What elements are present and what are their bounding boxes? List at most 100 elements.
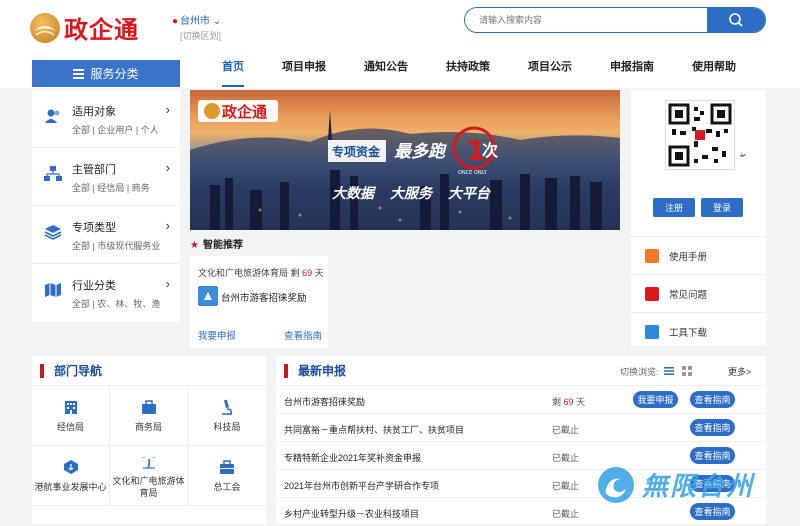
header: 政企通 ●台州市 ⌄ [切换区划] 服务分类 首页 项目申报 通知公告 扶持政策… [0,0,800,88]
search-icon [729,13,743,27]
card-remain-days: 69 [302,268,313,278]
dept-item[interactable]: 总工会 [188,446,266,506]
faq-icon [645,286,659,301]
card-apply-link[interactable]: 我要申报 [198,328,236,342]
sidebar-item-type[interactable]: 专项类型 全部 | 市级现代服务业 › [32,206,180,264]
table-row: 共同富裕－重点帮扶村、扶贫工厂、扶贫项目 已截止 查看指南 [276,414,766,442]
project-name[interactable]: 台州市游客招徕奖励 [284,395,365,408]
dept-label: 商务局 [134,421,162,432]
project-status: 已截止 [552,453,580,463]
hero-banner[interactable]: 政企通 专项资金 最多跑 1 次 ONCE ONLY 大数据 大服务 大平台 [190,90,620,230]
users-icon [45,109,60,123]
dept-item[interactable]: 经信局 [32,386,110,446]
nav-policies[interactable]: 扶持政策 [446,60,490,87]
nav-publicity[interactable]: 项目公示 [528,60,572,87]
card-guide-link[interactable]: 查看指南 [284,328,322,342]
banner-sub-2: 大服务 [390,185,434,202]
briefcase-icon [141,399,156,414]
nav-help[interactable]: 使用帮助 [692,60,736,87]
nav-notices[interactable]: 通知公告 [364,60,408,87]
latest-heading: 最新申报 切换浏览: 更多> [276,356,766,386]
city-name: 台州市 [180,16,211,27]
layers-icon [44,225,62,240]
dept-label: 港航事业发展中心 [34,481,107,492]
sidebar-item-target[interactable]: 适用对象 全部 | 企业用户 | 个人 › [32,90,180,148]
department-heading: 部门导航 [32,356,266,386]
card-project-name[interactable]: 台州市游客招徕奖励 [221,290,307,304]
chevron-down-icon: ⌄ [212,16,222,27]
list-view-icon[interactable] [664,367,674,375]
sidebar-item-options[interactable]: 全部 | 农、林、牧、渔 [72,297,160,310]
table-row: 台州市游客招徕奖励 剩 69 天 我要申报 查看指南 [276,386,766,414]
manual-icon [645,248,659,263]
dept-label: 总工会 [213,481,241,492]
dept-item[interactable]: 商务局 [110,386,188,446]
faq-link[interactable]: 常见问题 [631,274,766,312]
department-nav: 部门导航 经信局 商务局 科技局 港航事业发展中心 文化和广电旅游体育局 总工会 [32,356,266,524]
dept-item[interactable]: 文化和广电旅游体育局 [110,446,188,506]
project-name[interactable]: 共同富裕－重点帮扶村、扶贫工厂、扶贫项目 [284,423,464,436]
menu-icon [73,67,85,81]
nav-guide[interactable]: 申报指南 [610,60,654,87]
banner-sub-1: 大数据 [332,185,377,202]
dept-label: 经信局 [56,421,84,432]
city-selector[interactable]: ● 台州市 ⌄ [切换区划] [172,12,221,42]
guide-button[interactable]: 查看指南 [690,503,735,520]
grid-view-icon[interactable] [682,366,692,376]
wave-logo-icon [598,466,634,503]
recommend-card[interactable]: 文化和广电旅游体育局 剩 69 天 台州市游客招徕奖励 我要申报 查看指南 [190,256,328,348]
palm-tree-icon [141,456,156,469]
sidebar-item-options[interactable]: 全部 | 经信局 | 商务 [72,181,150,194]
status-suffix: 天 [576,397,586,407]
logo-emblem-icon [30,12,60,43]
anchor-badge-icon [63,459,78,474]
dept-item[interactable]: 港航事业发展中心 [32,446,110,506]
nav-home[interactable]: 首页 [222,60,244,87]
main-nav: 首页 项目申报 通知公告 扶持政策 项目公示 申报指南 使用帮助 [222,60,774,87]
guide-button[interactable]: 查看指南 [690,419,735,436]
guide-button[interactable]: 查看指南 [690,391,735,408]
service-category-button[interactable]: 服务分类 [32,60,180,87]
recommend-heading: ★ 智能推荐 [190,236,243,251]
banner-slogan-c: 次 [482,141,498,160]
logo-text: 政企通 [64,15,139,44]
project-name[interactable]: 乡村产业转型升级－农业科技项目 [284,507,419,520]
manual-link[interactable]: 使用手册 [631,236,766,274]
login-button[interactable]: 登录 [701,198,743,217]
latest-title: 最新申报 [298,364,347,378]
banner-sub-3: 大平台 [448,185,491,202]
toolbox-icon [220,459,234,474]
banner-slogan-b: 最多跑 [394,142,447,162]
chevron-right-icon: › [165,102,170,117]
category-sidebar: 适用对象 全部 | 企业用户 | 个人 › 主管部门 全部 | 经信局 | 商务… [32,90,180,322]
apply-button[interactable]: 我要申报 [633,391,678,408]
site-logo[interactable]: 政企通 [30,10,139,45]
sidebar-item-options[interactable]: 全部 | 企业用户 | 个人 [72,123,159,136]
more-link[interactable]: 更多> [728,365,751,378]
project-name[interactable]: 2021年台州市创新平台产学研合作专项 [284,479,439,492]
chevron-right-icon: › [165,160,170,175]
sidebar-item-department[interactable]: 主管部门 全部 | 经信局 | 商务 › [32,148,180,206]
search-input[interactable] [465,8,707,32]
nav-project-apply[interactable]: 项目申报 [282,60,326,87]
register-button[interactable]: 注册 [653,198,695,217]
faq-link-label: 常见问题 [669,289,708,301]
project-status: 已截止 [552,509,580,519]
user-panel: ۖۖ 注册 登录 使用手册 常见问题 工具下载 [631,90,766,346]
help-links: 使用手册 常见问题 工具下载 [631,236,766,350]
card-org-name: 文化和广电旅游体育局 [198,268,289,278]
guide-button[interactable]: 查看指南 [690,447,735,464]
project-name[interactable]: 专精特新企业2021年奖补资金申报 [284,451,421,464]
city-switch-link[interactable]: [切换区划] [180,29,221,42]
microscope-icon [222,399,232,415]
building-icon [64,400,77,414]
tools-link[interactable]: 工具下载 [631,312,766,350]
recommend-title: 智能推荐 [202,240,243,251]
sidebar-item-industry[interactable]: 行业分类 全部 | 农、林、牧、渔 › [32,264,180,322]
project-status: 已截止 [552,425,580,435]
search-button[interactable] [707,8,765,32]
department-title: 部门导航 [54,364,103,378]
sidebar-item-options[interactable]: 全部 | 市级现代服务业 [72,239,160,252]
dept-item[interactable]: 科技局 [188,386,266,446]
status-days: 69 [563,397,574,407]
